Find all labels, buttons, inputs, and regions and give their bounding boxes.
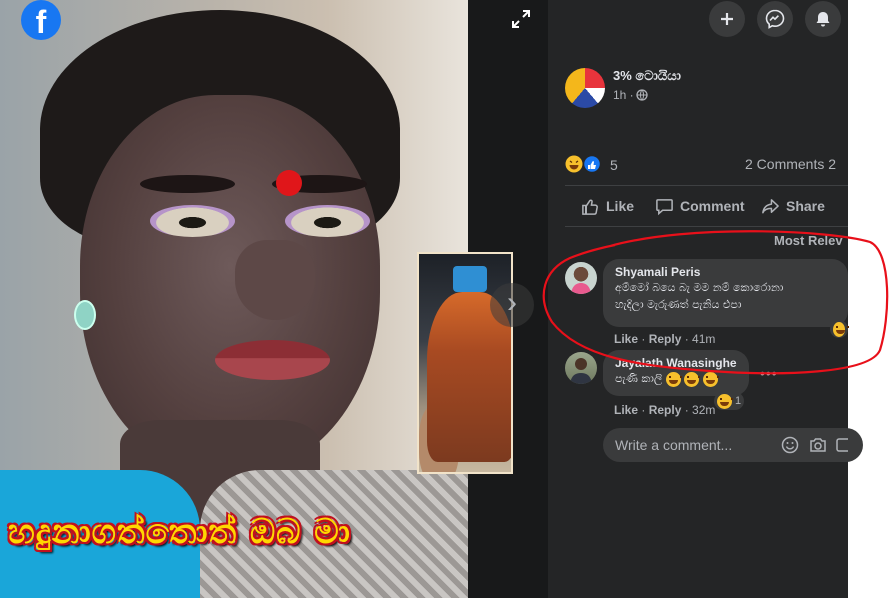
photo-caption: හදුනාගත්තොත් ඔබ මා — [8, 512, 351, 552]
comment-reaction[interactable] — [830, 320, 849, 338]
comment-time[interactable]: 32m — [692, 403, 715, 417]
camera-icon[interactable] — [809, 436, 827, 454]
comment-like-link[interactable]: Like — [614, 332, 638, 346]
create-button[interactable] — [709, 1, 745, 37]
globe-icon — [636, 89, 648, 101]
comment-button[interactable]: Comment — [655, 196, 745, 216]
comment-bubble: Shyamali Peris අම්මෝ බයෙ බැ මම නම් කොරොන… — [603, 259, 848, 327]
reaction-count[interactable]: 5 — [610, 157, 618, 173]
comment-text: පැණි කාලි — [615, 372, 663, 385]
comment-meta: Like · Reply · 41m — [614, 332, 716, 346]
divider — [565, 185, 848, 186]
post-timestamp[interactable]: 1h · — [613, 88, 634, 102]
comments-count[interactable]: 2 Comments 2 — [745, 156, 836, 172]
emoji-icon[interactable] — [781, 436, 799, 454]
comment-reply-link[interactable]: Reply — [649, 403, 682, 417]
plus-icon — [721, 13, 733, 25]
inset-photo-bottle[interactable] — [417, 252, 513, 474]
page-name[interactable]: 3% ටොයියා — [613, 68, 681, 84]
comment-sort-dropdown[interactable]: Most Relev — [774, 233, 843, 248]
messenger-button[interactable] — [757, 1, 793, 37]
divider — [565, 226, 848, 227]
share-button[interactable]: Share — [761, 196, 825, 216]
share-icon — [762, 198, 779, 213]
comment-meta: Like · Reply · 32m — [614, 403, 716, 417]
photo-viewer: හදුනාගත්තොත් ඔබ මා f — [0, 0, 513, 598]
facebook-logo-icon[interactable]: f — [21, 0, 61, 40]
expand-icon[interactable] — [510, 8, 532, 30]
avatar[interactable] — [565, 352, 597, 384]
notifications-button[interactable] — [805, 1, 841, 37]
post-photo[interactable] — [0, 0, 468, 598]
like-button[interactable]: Like — [581, 196, 634, 216]
gif-icon[interactable] — [836, 436, 848, 454]
laugh-emoji-icon — [717, 393, 733, 409]
laugh-emoji-icon — [833, 321, 849, 337]
comment-bubble: Jayalath Wanasinghe පැණි කාලි — [603, 350, 749, 396]
comment-author[interactable]: Shyamali Peris — [615, 265, 836, 279]
comment-reply-link[interactable]: Reply — [649, 332, 682, 346]
comment-reaction[interactable]: 1 — [714, 392, 745, 410]
like-icon — [582, 198, 598, 215]
next-photo-button[interactable]: › — [490, 283, 534, 327]
comment-text: අම්මෝ බයෙ බැ මම නම් කොරොනා — [615, 281, 784, 294]
laugh-emoji-icon — [702, 371, 719, 387]
laugh-emoji-icon — [665, 371, 682, 387]
comment-text: හැදිලා මැරුණත් පැනිය එපා — [615, 298, 742, 311]
avatar[interactable] — [565, 262, 597, 294]
top-bar — [548, 0, 848, 38]
comment-like-link[interactable]: Like — [614, 403, 638, 417]
comment-author[interactable]: Jayalath Wanasinghe — [615, 356, 737, 370]
comment-icon — [656, 198, 673, 215]
comment-options-button[interactable]: ••• — [760, 365, 778, 381]
page-avatar[interactable] — [565, 68, 605, 108]
laugh-emoji-icon — [684, 371, 701, 387]
reaction-icons[interactable] — [565, 154, 605, 174]
comment-time[interactable]: 41m — [692, 332, 715, 346]
bell-icon — [816, 12, 830, 27]
messenger-icon — [765, 9, 785, 29]
